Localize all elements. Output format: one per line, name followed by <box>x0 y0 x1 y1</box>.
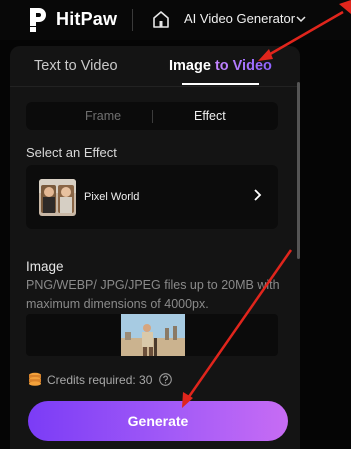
generator-panel: Text to Video Image to Video Frame Effec… <box>10 46 300 449</box>
tab-image-to-video[interactable]: Image to Video <box>169 58 272 74</box>
header: HitPaw AI Video Generator <box>0 0 351 40</box>
select-effect-label: Select an Effect <box>26 145 117 160</box>
uploaded-image-thumbnail <box>121 314 185 356</box>
chevron-right-icon[interactable] <box>252 189 262 201</box>
mode-frame-button[interactable]: Frame <box>85 109 121 123</box>
tab-text-to-video[interactable]: Text to Video <box>34 58 118 74</box>
mode-toggle: Frame Effect <box>26 102 278 130</box>
image-upload-area[interactable] <box>26 314 278 356</box>
effect-thumbnail <box>39 179 76 216</box>
page: HitPaw AI Video Generator Text to Video … <box>0 0 351 449</box>
selected-effect-name: Pixel World <box>84 191 140 203</box>
image-section-label: Image <box>26 259 64 274</box>
image-requirements-text: PNG/WEBP/ JPG/JPEG files up to 20MB with… <box>26 278 280 311</box>
generate-button[interactable]: Generate <box>28 401 288 441</box>
mode-divider <box>152 110 153 123</box>
credits-required-text: Credits required: 30 <box>47 373 153 387</box>
mode-effect-button[interactable]: Effect <box>194 109 226 123</box>
tab-image-label-plain: Image <box>169 58 215 74</box>
help-icon[interactable] <box>159 373 172 386</box>
home-icon[interactable] <box>152 10 170 29</box>
header-divider <box>132 9 133 31</box>
active-tab-indicator <box>182 83 259 85</box>
tab-image-label-accent: to Video <box>214 58 272 74</box>
panel-scrollbar[interactable] <box>297 82 300 259</box>
app-selector[interactable]: AI Video Generator <box>184 11 295 26</box>
brand-name: HitPaw <box>56 9 118 29</box>
hitpaw-logo-icon <box>30 8 46 32</box>
coins-icon <box>29 372 41 386</box>
chevron-down-icon[interactable] <box>296 14 306 24</box>
tabs-divider <box>10 86 300 87</box>
effect-selector[interactable]: Pixel World <box>26 165 278 229</box>
